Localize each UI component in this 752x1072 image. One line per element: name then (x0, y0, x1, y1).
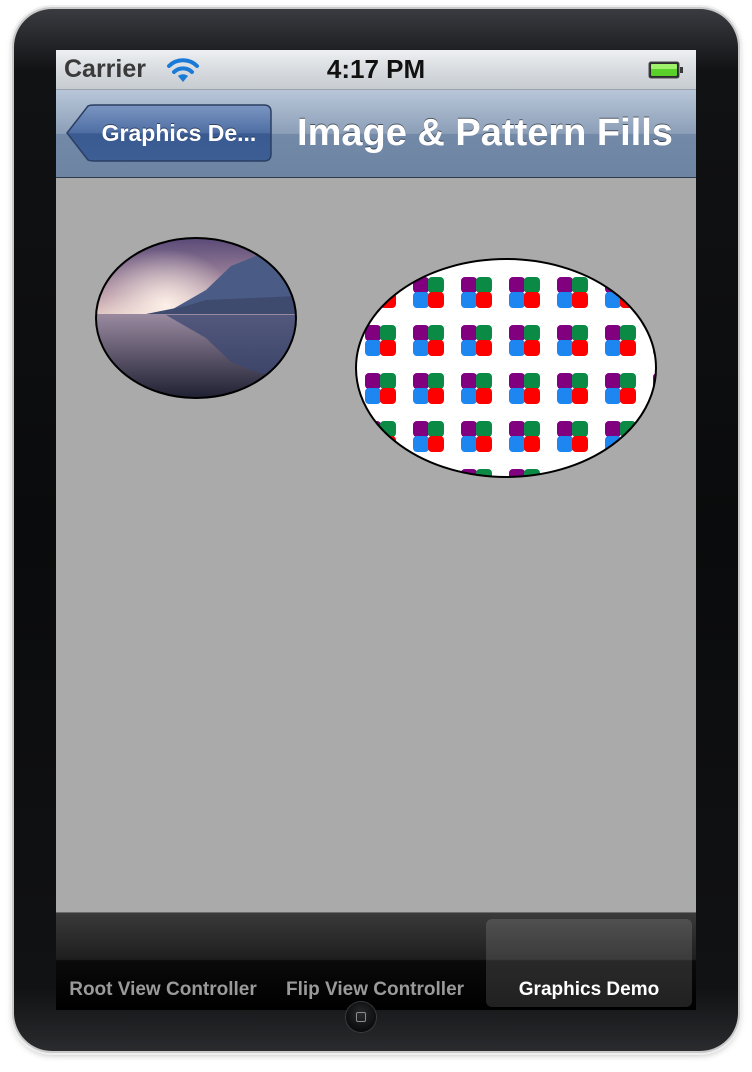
status-time: 4:17 PM (326, 54, 426, 84)
tab-label: Root View Controller (69, 979, 257, 1000)
graphics-canvas (56, 178, 696, 912)
page-title: Image & Pattern Fills (297, 112, 673, 154)
tab-label: Flip View Controller (285, 979, 465, 1000)
home-button[interactable] (346, 1002, 376, 1032)
status-bar: Carrier 4:17 PM (56, 50, 696, 90)
back-button-label: Graphics De... (101, 120, 257, 146)
image-filled-ellipse (95, 237, 297, 399)
tab-flip-view-controller[interactable]: Flip View Controller (270, 919, 480, 1007)
device-frame: Carrier 4:17 PM Graphics De... Image & P… (14, 9, 738, 1051)
tab-root-view-controller[interactable]: Root View Controller (60, 919, 266, 1007)
navigation-bar: Graphics De... Image & Pattern Fills (56, 90, 696, 178)
screen: Carrier 4:17 PM Graphics De... Image & P… (56, 50, 696, 1010)
tab-graphics-demo[interactable]: Graphics Demo (486, 919, 692, 1007)
back-button[interactable]: Graphics De... (66, 104, 272, 162)
pattern-filled-ellipse (355, 258, 657, 478)
battery-icon (648, 60, 684, 80)
tab-bar: Root View Controller Flip View Controlle… (56, 912, 696, 1010)
tab-label: Graphics Demo (518, 979, 660, 1000)
